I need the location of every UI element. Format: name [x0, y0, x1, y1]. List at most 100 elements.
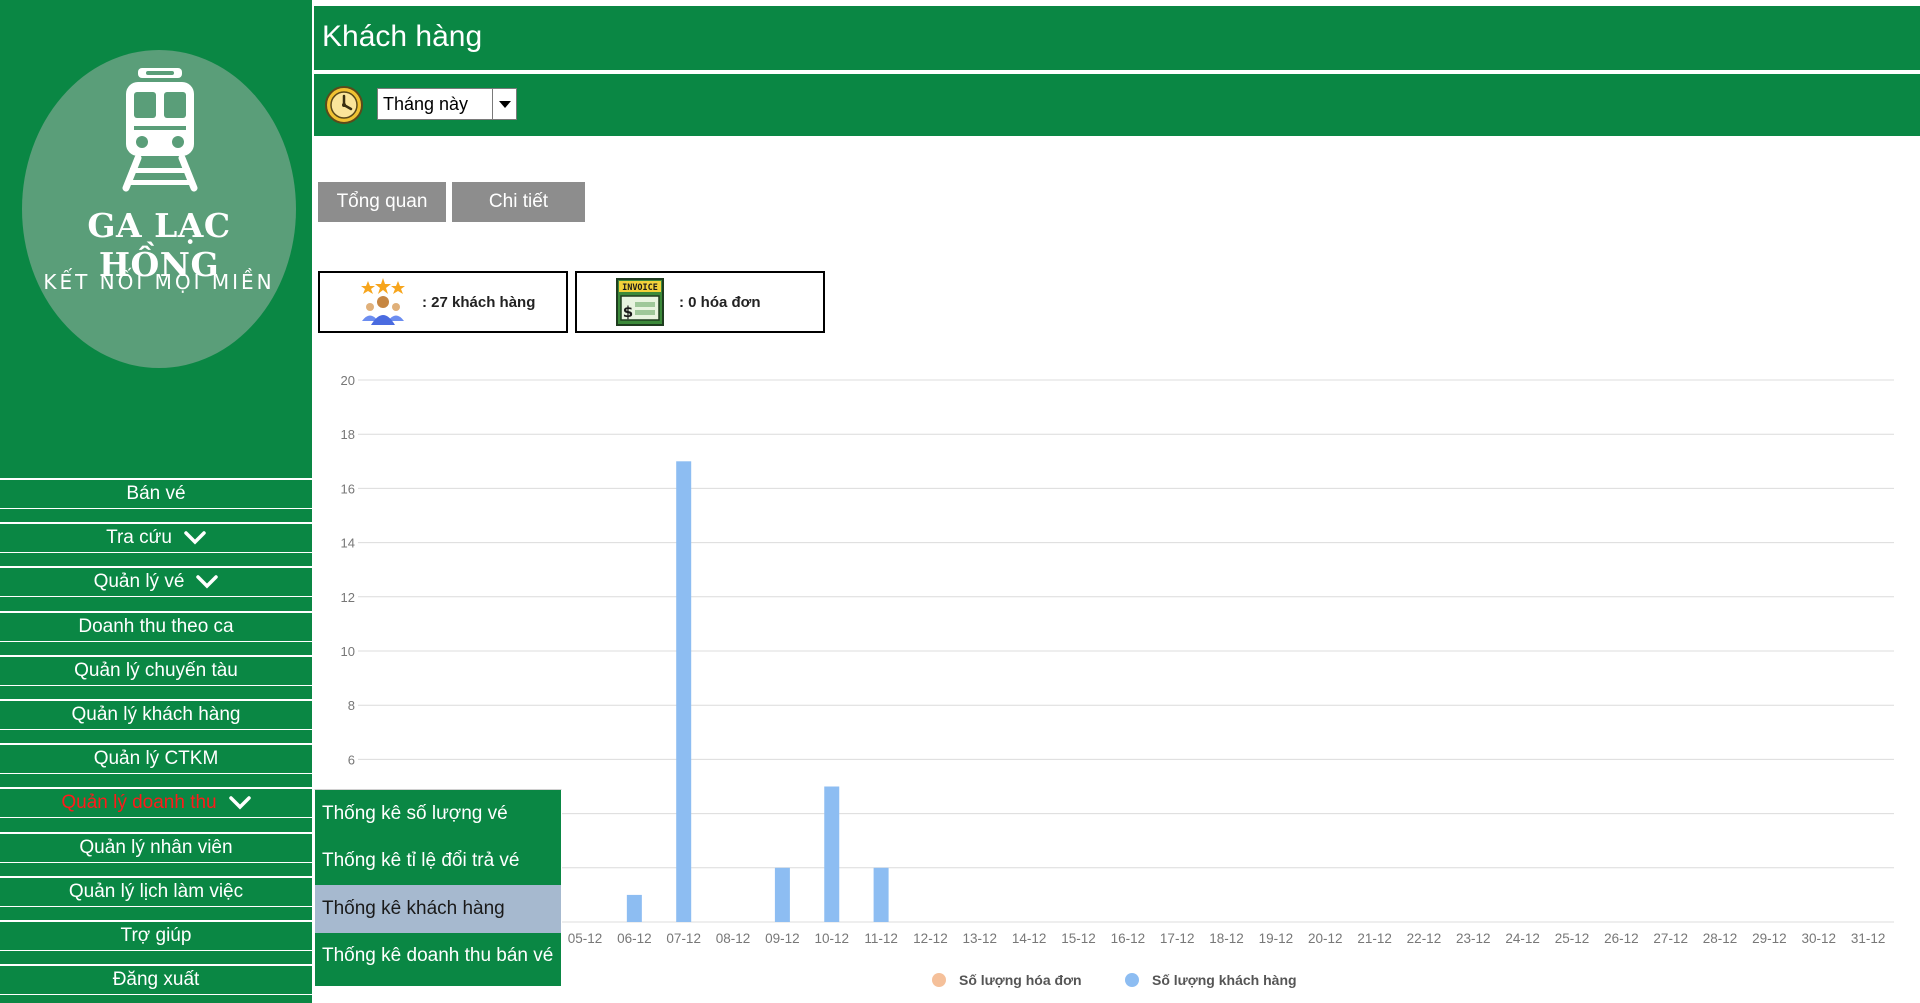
- y-tick-label: 12: [341, 590, 355, 605]
- train-icon: [122, 68, 198, 192]
- legend-customers: Số lượng khách hàng: [1125, 972, 1297, 988]
- x-tick-label: 30-12: [1801, 931, 1836, 946]
- sidebar-item-label: Quản lý khách hàng: [71, 703, 241, 725]
- sidebar-item-label: Quản lý nhân viên: [79, 836, 233, 858]
- chevron-down-icon[interactable]: [184, 531, 206, 545]
- y-tick-label: 14: [341, 536, 355, 551]
- sidebar-item-label: Tra cứu: [106, 527, 172, 549]
- tab-detail[interactable]: Chi tiết: [452, 182, 585, 222]
- submenu-item-0[interactable]: Thống kê số lượng vé: [315, 790, 561, 838]
- dropdown-arrow-icon[interactable]: [492, 89, 516, 119]
- invoice-count-card: INVOICE $ : 0 hóa đơn: [575, 271, 825, 333]
- x-tick-label: 31-12: [1851, 931, 1886, 946]
- customer-count-card: : 27 khách hàng: [318, 271, 568, 333]
- invoice-icon: INVOICE $: [616, 278, 664, 326]
- x-tick-label: 17-12: [1160, 931, 1195, 946]
- sidebar-item-5[interactable]: Quản lý khách hàng: [0, 698, 312, 730]
- legend-invoices: Số lượng hóa đơn: [932, 972, 1082, 988]
- sidebar-item-label: Quản lý lịch làm việc: [68, 880, 244, 902]
- submenu-item-3[interactable]: Thống kê doanh thu bán vé: [315, 933, 561, 981]
- x-tick-label: 23-12: [1456, 931, 1491, 946]
- brand-slogan: KẾT NỐI MỌI MIỀN: [43, 270, 275, 294]
- legend-customers-label: Số lượng khách hàng: [1152, 972, 1297, 988]
- y-tick-label: 6: [348, 752, 355, 767]
- y-tick-label: 16: [341, 481, 355, 496]
- x-tick-label: 27-12: [1653, 931, 1688, 946]
- sidebar-item-10[interactable]: Trợ giúp: [0, 919, 312, 951]
- chevron-down-icon[interactable]: [196, 575, 219, 589]
- y-tick-label: 20: [341, 373, 355, 388]
- sidebar-item-1[interactable]: Tra cứu: [0, 522, 312, 554]
- x-tick-label: 19-12: [1259, 931, 1294, 946]
- legend-customers-swatch: [1125, 973, 1139, 987]
- x-tick-label: 06-12: [617, 931, 652, 946]
- sidebar-item-4[interactable]: Quản lý chuyến tàu: [0, 654, 312, 686]
- clock-icon: [325, 86, 363, 124]
- x-tick-label: 18-12: [1209, 931, 1244, 946]
- x-tick-label: 16-12: [1111, 931, 1146, 946]
- legend-invoices-label: Số lượng hóa đơn: [959, 972, 1082, 988]
- x-tick-label: 28-12: [1703, 931, 1738, 946]
- sidebar-item-3[interactable]: Doanh thu theo ca: [0, 610, 312, 642]
- sidebar-item-label: Quản lý doanh thu: [61, 792, 217, 814]
- period-select[interactable]: Tháng này: [377, 88, 517, 120]
- x-tick-label: 08-12: [716, 931, 751, 946]
- filter-bar: Tháng này: [314, 74, 1920, 136]
- y-tick-label: 18: [341, 427, 355, 442]
- x-tick-label: 07-12: [666, 931, 701, 946]
- sidebar-item-label: Đăng xuất: [112, 969, 200, 991]
- x-tick-label: 10-12: [814, 931, 849, 946]
- submenu-item-1[interactable]: Thống kê tỉ lệ đổi trả vé: [315, 838, 561, 886]
- sidebar-item-label: Trợ giúp: [120, 924, 192, 946]
- sidebar-item-11[interactable]: Đăng xuất: [0, 964, 312, 996]
- x-tick-label: 13-12: [963, 931, 998, 946]
- bar-customers: [873, 867, 889, 922]
- sidebar-item-label: Quản lý CTKM: [93, 748, 219, 770]
- page-header: Khách hàng: [314, 6, 1920, 70]
- page-title: Khách hàng: [322, 20, 483, 53]
- x-tick-label: 09-12: [765, 931, 800, 946]
- sidebar: GA LẠC HỒNG KẾT NỐI MỌI MIỀN Bán vé Tra c…: [0, 0, 312, 1003]
- sidebar-item-label: Quản lý vé: [93, 571, 185, 593]
- period-select-value: Tháng này: [383, 93, 469, 114]
- submenu-item-2[interactable]: Thống kê khách hàng: [315, 885, 561, 933]
- sidebar-item-7[interactable]: Quản lý doanh thu: [0, 787, 312, 819]
- sidebar-nav: Bán vé Tra cứu Quản lý vé Doanh thu theo ca…: [0, 478, 312, 1003]
- sidebar-item-label: Quản lý chuyến tàu: [74, 659, 238, 681]
- sidebar-item-label: Bán vé: [126, 483, 186, 504]
- y-tick-label: 10: [341, 644, 355, 659]
- bar-customers: [824, 786, 840, 922]
- sidebar-item-0[interactable]: Bán vé: [0, 478, 312, 509]
- legend-invoices-swatch: [932, 973, 946, 987]
- sidebar-item-8[interactable]: Quản lý nhân viên: [0, 831, 312, 863]
- bar-customers: [676, 461, 692, 922]
- revenue-submenu: Thống kê số lượng vé Thống kê tỉ lệ đổi t…: [314, 789, 562, 987]
- x-tick-label: 25-12: [1555, 931, 1590, 946]
- app-window: GA LẠC HỒNG KẾT NỐI MỌI MIỀN Bán vé Tra c…: [0, 0, 1920, 1003]
- invoice-count-text: : 0 hóa đơn: [679, 294, 761, 311]
- x-tick-label: 11-12: [864, 931, 898, 946]
- y-tick-label: 8: [348, 698, 355, 713]
- chevron-down-icon[interactable]: [228, 796, 251, 810]
- x-tick-label: 24-12: [1505, 931, 1540, 946]
- x-tick-label: 21-12: [1357, 931, 1392, 946]
- brand-logo: GA LẠC HỒNG KẾT NỐI MỌI MIỀN: [22, 50, 296, 368]
- x-tick-label: 14-12: [1012, 931, 1047, 946]
- x-tick-label: 29-12: [1752, 931, 1787, 946]
- customers-icon: [361, 278, 405, 325]
- sidebar-item-2[interactable]: Quản lý vé: [0, 566, 312, 598]
- customer-count-text: : 27 khách hàng: [422, 294, 536, 311]
- x-tick-label: 22-12: [1407, 931, 1442, 946]
- bar-customers: [774, 867, 790, 922]
- tab-overview[interactable]: Tổng quan: [318, 182, 446, 222]
- sidebar-item-label: Doanh thu theo ca: [78, 615, 234, 637]
- x-tick-label: 05-12: [568, 931, 603, 946]
- invoice-icon-text: INVOICE: [622, 283, 658, 293]
- x-tick-label: 20-12: [1308, 931, 1343, 946]
- x-tick-label: 26-12: [1604, 931, 1639, 946]
- sidebar-item-9[interactable]: Quản lý lịch làm việc: [0, 875, 312, 907]
- svg-text:$: $: [623, 303, 633, 321]
- sidebar-item-6[interactable]: Quản lý CTKM: [0, 743, 312, 775]
- x-tick-label: 15-12: [1061, 931, 1096, 946]
- x-tick-label: 12-12: [913, 931, 948, 946]
